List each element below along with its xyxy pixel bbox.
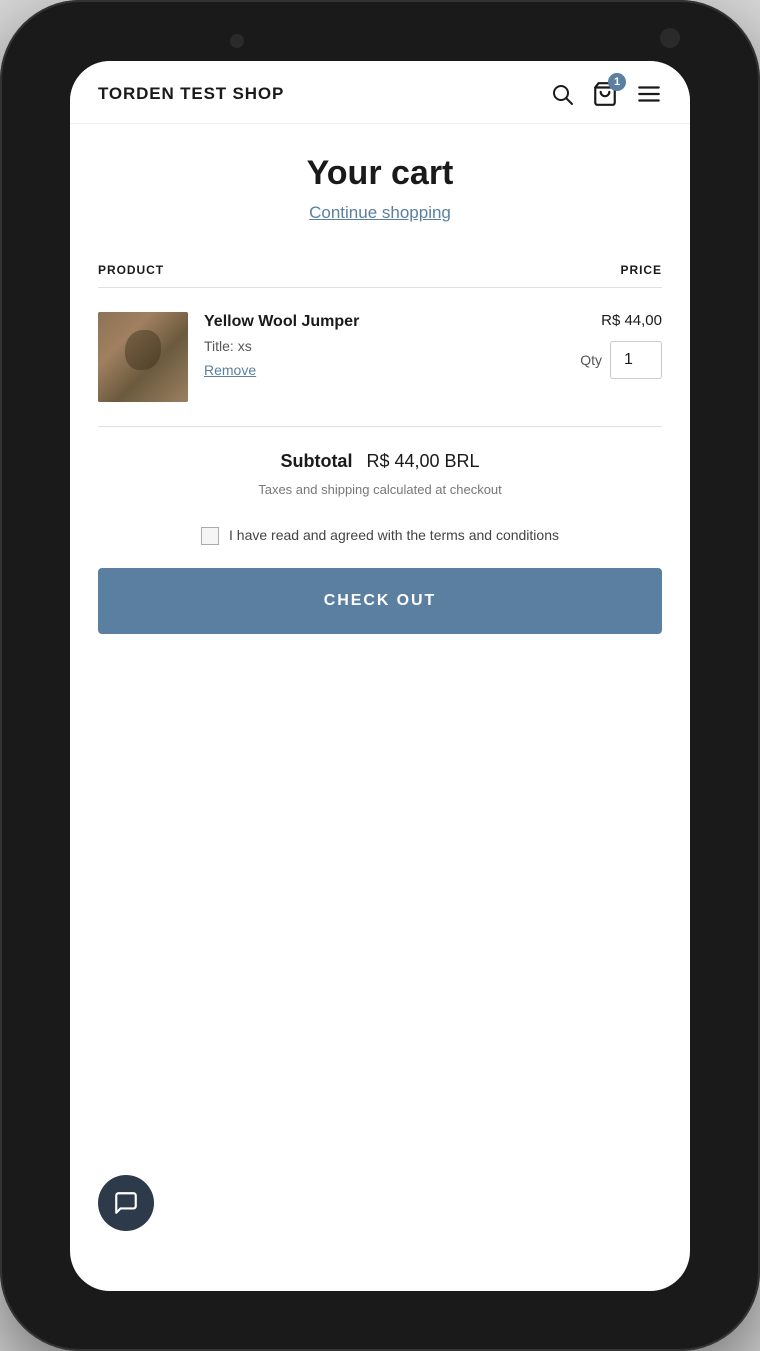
cart-badge: 1 xyxy=(608,73,626,91)
qty-label: Qty xyxy=(580,352,602,368)
subtotal-value: R$ 44,00 BRL xyxy=(366,451,479,472)
item-name: Yellow Wool Jumper xyxy=(204,312,546,333)
search-icon[interactable] xyxy=(550,82,574,106)
item-remove-link[interactable]: Remove xyxy=(204,362,256,378)
col-product-label: PRODUCT xyxy=(98,263,164,277)
item-image-canvas xyxy=(98,312,188,402)
main-content: Your cart Continue shopping PRODUCT PRIC… xyxy=(70,124,690,1291)
variant-label: Title: xyxy=(204,338,234,354)
menu-icon[interactable] xyxy=(636,81,662,107)
terms-row: I have read and agreed with the terms an… xyxy=(98,525,662,546)
qty-input[interactable] xyxy=(610,341,662,379)
item-price-qty: R$ 44,00 Qty xyxy=(562,312,662,379)
camera-right xyxy=(660,28,680,48)
header: TORDEN TEST SHOP 1 xyxy=(70,61,690,124)
taxes-note: Taxes and shipping calculated at checkou… xyxy=(98,482,662,497)
terms-checkbox[interactable] xyxy=(201,527,219,545)
checkout-button[interactable]: CHECK OUT xyxy=(98,568,662,634)
subtotal-section: Subtotal R$ 44,00 BRL Taxes and shipping… xyxy=(98,451,662,634)
terms-text: I have read and agreed with the terms an… xyxy=(229,525,559,546)
item-variant: Title: xs xyxy=(204,338,546,354)
floating-chat-icon[interactable] xyxy=(98,1175,154,1231)
subtotal-row: Subtotal R$ 44,00 BRL xyxy=(98,451,662,472)
header-icons: 1 xyxy=(550,81,662,107)
cart-wrapper[interactable]: 1 xyxy=(592,81,618,107)
subtotal-label: Subtotal xyxy=(280,451,352,472)
variant-value: xs xyxy=(238,338,252,354)
screen: TORDEN TEST SHOP 1 xyxy=(70,61,690,1291)
page-title: Your cart xyxy=(98,154,662,193)
cart-table-header: PRODUCT PRICE xyxy=(98,253,662,288)
phone-frame: TORDEN TEST SHOP 1 xyxy=(0,0,760,1351)
item-details: Yellow Wool Jumper Title: xs Remove xyxy=(204,312,546,381)
qty-wrapper: Qty xyxy=(580,341,662,379)
continue-shopping-link[interactable]: Continue shopping xyxy=(98,203,662,223)
item-price: R$ 44,00 xyxy=(601,312,662,329)
cart-item: Yellow Wool Jumper Title: xs Remove R$ 4… xyxy=(98,288,662,427)
store-name: TORDEN TEST SHOP xyxy=(98,84,284,104)
item-image xyxy=(98,312,188,402)
col-price-label: PRICE xyxy=(621,263,662,277)
camera-left xyxy=(230,34,244,48)
